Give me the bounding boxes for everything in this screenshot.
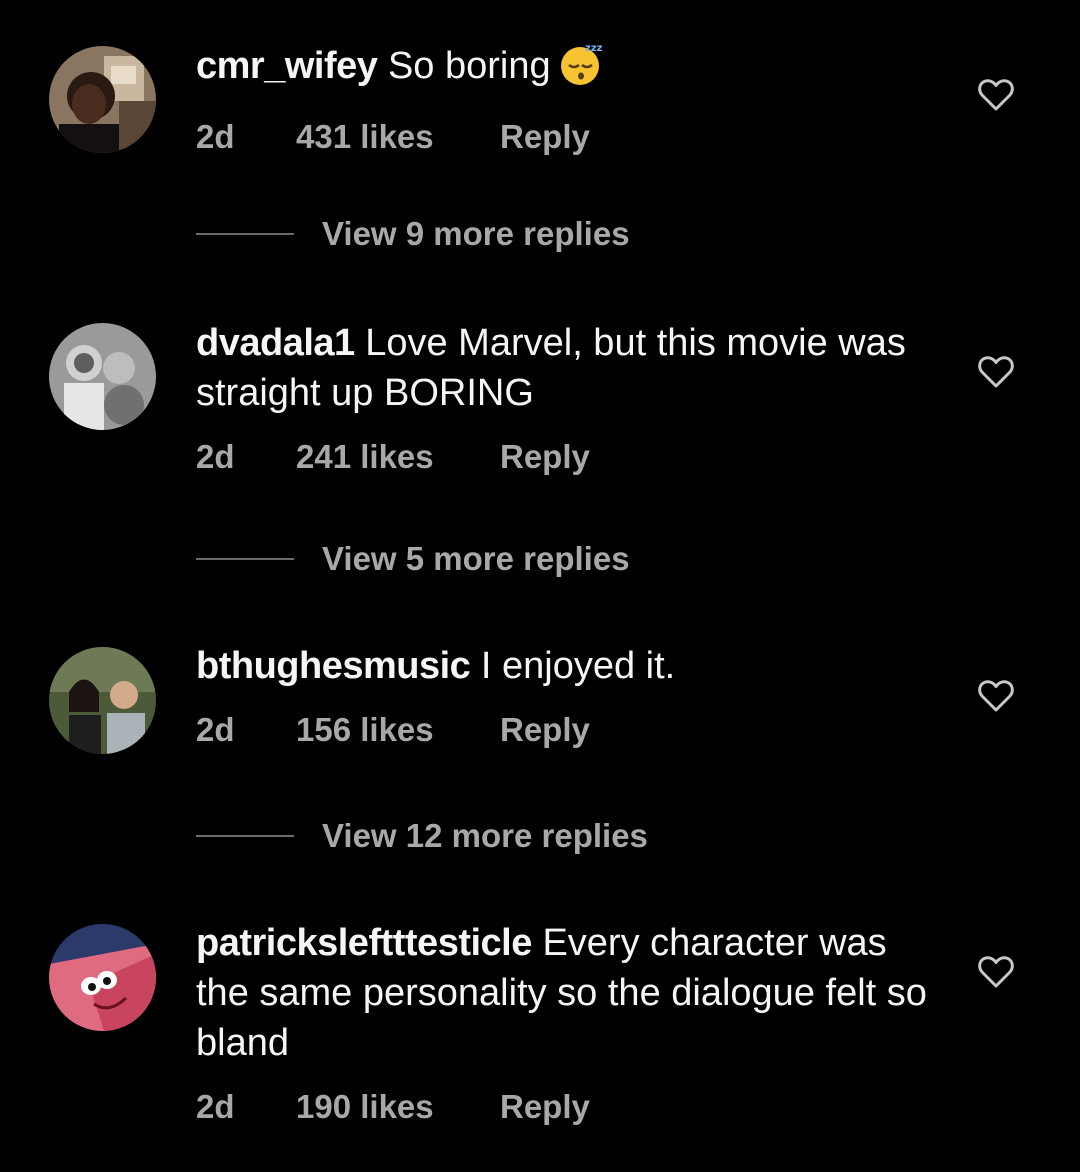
- view-replies-label: View 9 more replies: [322, 215, 630, 252]
- view-replies-label: View 5 more replies: [322, 540, 630, 577]
- avatar[interactable]: [49, 647, 156, 754]
- comment-body: So boring: [387, 45, 551, 87]
- comment-timestamp: 2d: [196, 1088, 235, 1125]
- heart-icon[interactable]: [977, 955, 1015, 989]
- comment-username[interactable]: patricksleftttesticle: [196, 922, 532, 964]
- comment-timestamp: 2d: [196, 711, 235, 748]
- avatar[interactable]: [49, 323, 156, 430]
- view-replies-label: View 12 more replies: [322, 817, 648, 854]
- sleeping-face-emoji-icon: zzz: [557, 40, 603, 99]
- view-more-replies-button[interactable]: View 9 more replies: [196, 214, 630, 254]
- reply-button[interactable]: Reply: [500, 711, 590, 749]
- divider-line: [196, 233, 294, 235]
- comment-text: dvadala1 Love Marvel, but this movie was…: [196, 318, 936, 418]
- heart-icon[interactable]: [977, 78, 1015, 112]
- comment-text: patricksleftttesticle Every character wa…: [196, 918, 936, 1068]
- comment-likes[interactable]: 241 likes: [296, 438, 500, 476]
- comment-likes[interactable]: 431 likes: [296, 118, 500, 156]
- view-more-replies-button[interactable]: View 12 more replies: [196, 816, 648, 856]
- comment-text: bthughesmusic I enjoyed it.: [196, 641, 936, 691]
- comment-username[interactable]: dvadala1: [196, 322, 355, 364]
- svg-text:zzz: zzz: [585, 43, 603, 54]
- comment-body: I enjoyed it.: [480, 645, 676, 687]
- avatar[interactable]: [49, 924, 156, 1031]
- comment-username[interactable]: cmr_wifey: [196, 45, 378, 87]
- comment-username[interactable]: bthughesmusic: [196, 645, 471, 687]
- view-more-replies-button[interactable]: View 5 more replies: [196, 539, 630, 579]
- heart-icon[interactable]: [977, 679, 1015, 713]
- divider-line: [196, 558, 294, 560]
- reply-button[interactable]: Reply: [500, 438, 590, 476]
- divider-line: [196, 835, 294, 837]
- comment-likes[interactable]: 190 likes: [296, 1088, 500, 1126]
- comment-text: cmr_wifey So boring zzz: [196, 40, 936, 99]
- comment-timestamp: 2d: [196, 118, 235, 155]
- avatar[interactable]: [49, 46, 156, 153]
- heart-icon[interactable]: [977, 355, 1015, 389]
- comment-timestamp: 2d: [196, 438, 235, 475]
- reply-button[interactable]: Reply: [500, 118, 590, 156]
- comment-likes[interactable]: 156 likes: [296, 711, 500, 749]
- reply-button[interactable]: Reply: [500, 1088, 590, 1126]
